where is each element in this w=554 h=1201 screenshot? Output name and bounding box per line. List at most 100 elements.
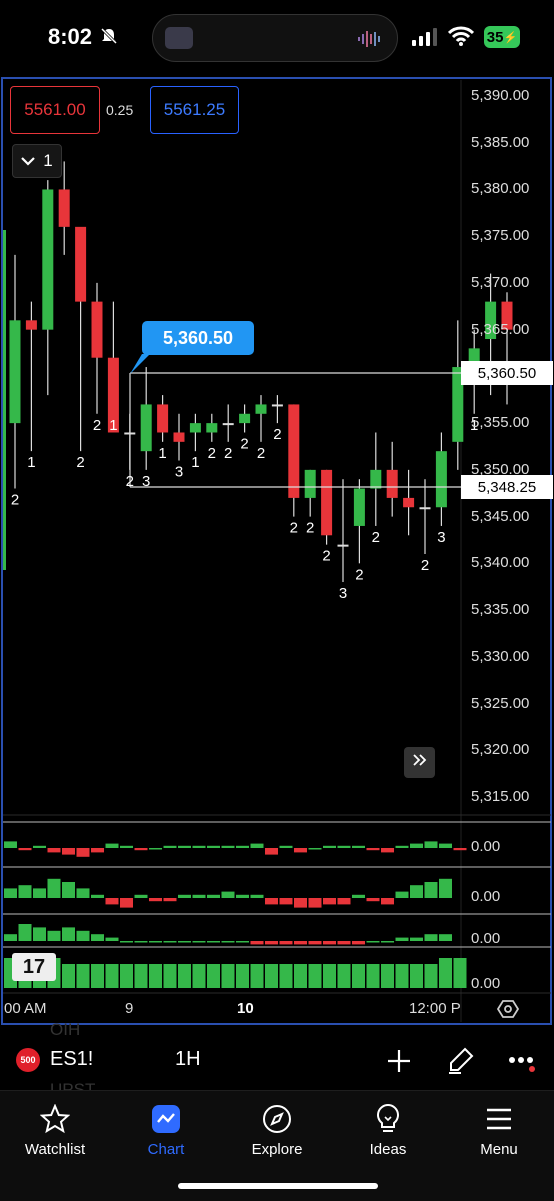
candle-count-label: 3 [142,473,150,490]
compass-icon [222,1103,332,1135]
oscillator-3-bar [337,941,351,945]
oscillator-2-bar [4,888,17,898]
candle-body [239,413,251,424]
candle-body [403,497,415,508]
price-axis-label: 5,355.00 [471,414,530,432]
highlight-lower-price-tag: 5,348.25 [461,475,553,499]
drawing-tools-icon[interactable] [447,1046,475,1079]
oscillator-3-bar [76,930,90,941]
oscillator-1-bar [439,843,452,848]
oscillator-2-bar [381,898,394,905]
candle-body [386,469,398,498]
tab-chart[interactable]: Chart [111,1103,221,1158]
time-label-2: 9 [125,1000,134,1017]
candle-body [304,469,316,498]
tab-menu[interactable]: Menu [444,1103,554,1158]
price-axis-label: 5,320.00 [471,741,530,759]
oscillator-3-bar [279,941,293,945]
time-label-4: 12:00 P [409,1000,461,1017]
volume-bar [352,964,365,988]
volume-bar [62,964,75,988]
oscillator-1-bar [178,845,191,848]
price-axis-label: 5,340.00 [471,554,530,572]
oscillator-1-bar [4,841,17,848]
candle-count-label: 2 [126,473,134,490]
price-axis-label: 5,380.00 [471,180,530,198]
oscillator-2-bar [439,878,452,898]
buy-price-button[interactable]: 5561.25 [150,86,239,134]
scroll-to-realtime-button[interactable] [404,747,435,778]
oscillator-2-bar [18,885,32,898]
volume-bar [381,964,394,988]
tab-menu-label: Menu [480,1141,518,1158]
oscillator-2-bar [250,894,264,898]
oscillator-2-bar [163,898,177,902]
candle-count-label: 2 [290,520,298,537]
settings-icon[interactable] [496,998,520,1025]
oscillator-1-bar [294,848,307,853]
sell-price-button[interactable]: 5561.00 [10,86,100,134]
candle-body [206,423,218,433]
tradingview-logo[interactable]: 17 [12,953,56,981]
oscillator-2-bar [279,898,293,905]
candle-count-label: 2 [93,417,101,434]
oscillator-3-bar [323,941,336,945]
star-icon [0,1103,110,1135]
oscillator-2-bar [221,891,235,898]
volume-bar [308,964,322,988]
candle-count-label: 2 [240,435,248,452]
candle-body [222,423,234,426]
volume-bar [236,964,249,988]
time-label-1: 00 AM [4,1000,47,1017]
add-icon[interactable] [386,1048,412,1079]
volume-bar [207,964,220,988]
oscillator-3-bar [62,927,75,941]
oscillator-2-bar [236,894,249,898]
candle-body [271,404,283,407]
candle-count-label: 2 [208,445,216,462]
indicator-value-4: 0.00 [471,975,501,992]
oscillator-3-bar [294,941,307,945]
oscillator-2-bar [323,898,336,905]
volume-bar [453,958,467,988]
volume-bar [323,964,336,988]
oscillator-1-bar [395,845,409,848]
more-options-icon[interactable] [508,1056,538,1077]
oscillator-1-bar [453,848,467,851]
candle-body [419,507,431,510]
candle-body [25,320,37,330]
callout-pointer [130,354,150,374]
oscillator-2-bar [62,882,75,898]
interval-button[interactable]: 1H [175,1048,201,1071]
oscillator-3-bar [178,941,191,943]
candle-body [288,404,300,498]
candle-body [140,404,152,452]
oscillator-2-bar [178,894,191,898]
volume-bar [424,964,438,988]
candle-body [189,423,201,433]
price-axis-label: 5,370.00 [471,273,530,291]
price-callout: 5,360.50 [142,321,254,355]
menu-icon [444,1103,554,1135]
tab-explore[interactable]: Explore [222,1103,332,1158]
collapse-toggle[interactable]: 1 [12,144,62,178]
candle-count-label: 2 [306,520,314,537]
oscillator-1-bar [236,845,249,848]
oscillator-1-bar [120,845,133,848]
candle-count-label: 2 [11,492,19,509]
oscillator-3-bar [352,941,365,945]
oscillator-3-bar [149,941,162,943]
chevron-down-icon [21,151,36,171]
tab-watchlist[interactable]: Watchlist [0,1103,110,1158]
oscillator-3-bar [192,941,206,943]
tab-ideas[interactable]: Ideas [333,1103,443,1158]
symbol-name[interactable]: ES1! [50,1048,93,1071]
oscillator-2-bar [366,898,380,902]
oscillator-3-bar [47,930,61,941]
volume-bar [395,964,409,988]
indicator-value-3: 0.00 [471,930,501,947]
candle-body [255,404,267,414]
candle-count-label: 2 [421,557,429,574]
oscillator-2-bar [192,894,206,898]
oscillator-3-bar [424,934,438,941]
